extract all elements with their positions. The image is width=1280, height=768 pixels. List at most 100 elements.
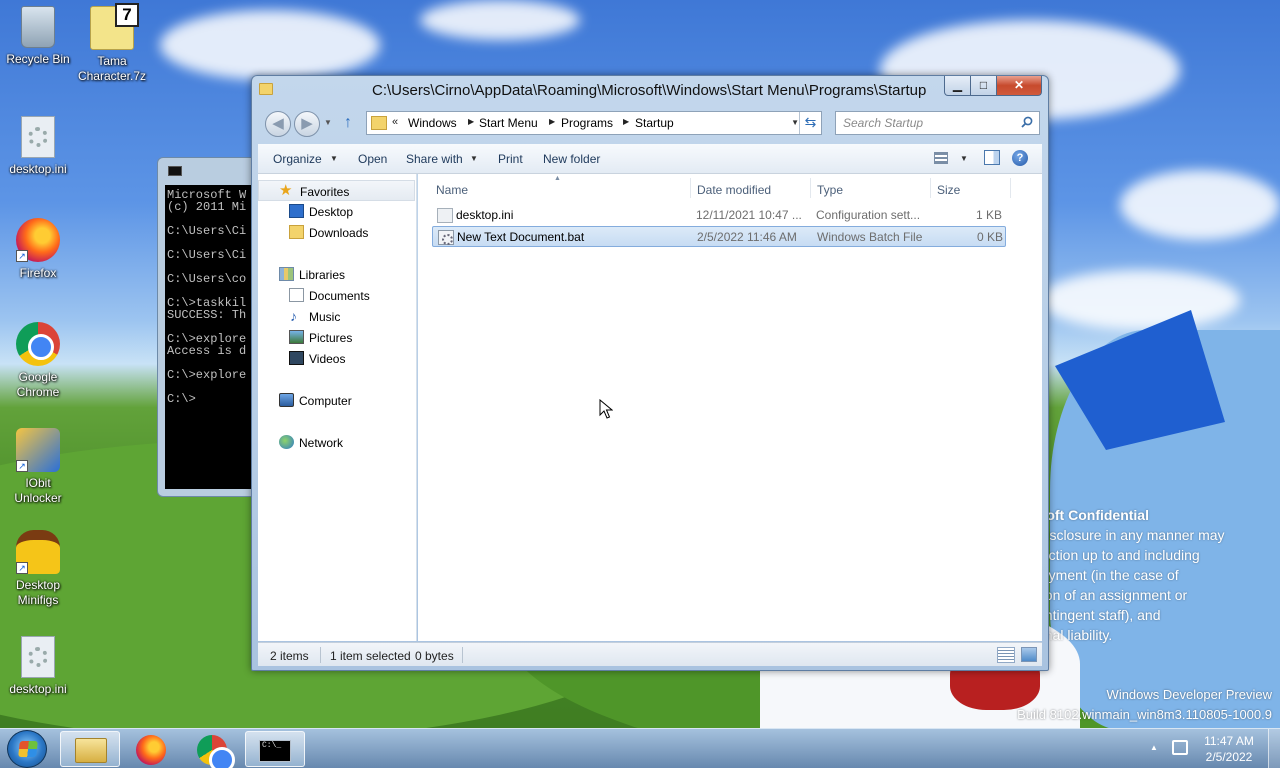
wallpaper-cloud: [160, 10, 380, 80]
breadcrumb-item-startup[interactable]: Startup: [635, 116, 674, 130]
column-divider[interactable]: [810, 178, 811, 198]
chevron-down-icon[interactable]: ▼: [470, 154, 478, 163]
file-row[interactable]: desktop.ini 12/11/2021 10:47 ... Configu…: [432, 205, 1006, 226]
nav-libraries[interactable]: Libraries: [258, 264, 415, 285]
watermark-line: ployment (in the case of: [1030, 567, 1179, 583]
breadcrumb-separator-icon[interactable]: ▶: [623, 117, 629, 126]
clock[interactable]: 11:47 AM 2/5/2022: [1198, 733, 1260, 765]
folder-icon: [259, 83, 273, 95]
refresh-button[interactable]: ⇆: [799, 112, 821, 134]
desktop-icon-desktop-ini[interactable]: desktop.ini: [0, 116, 76, 177]
nav-libraries-documents[interactable]: Documents: [258, 285, 415, 306]
watermark-line: minal liability.: [1030, 627, 1113, 643]
recycle-bin-icon: [21, 6, 55, 48]
desktop-icon-google-chrome[interactable]: Google Chrome: [0, 322, 76, 400]
network-status-icon[interactable]: [1172, 740, 1188, 755]
command-bar: Organize ▼ Open Share with ▼ Print New f…: [258, 144, 1042, 174]
start-button[interactable]: [7, 730, 47, 768]
desktop-icon-firefox[interactable]: ↗ Firefox: [0, 218, 76, 281]
more-views-dropdown[interactable]: ▼: [960, 154, 968, 163]
maximize-button[interactable]: □: [970, 76, 997, 96]
nav-libraries-music[interactable]: ♪ Music: [258, 306, 415, 327]
desktop-icon-tama-character-7z[interactable]: 7 Tama Character.7z: [74, 3, 150, 84]
desktop-icon-label: Desktop Minifigs: [15, 578, 61, 607]
settings-file-icon: [21, 636, 55, 678]
nav-libraries-pictures[interactable]: Pictures: [258, 327, 415, 348]
preview-pane-icon[interactable]: [984, 150, 1000, 165]
taskbar-windows-explorer[interactable]: [60, 731, 120, 767]
arrow-left-icon: ◀: [272, 115, 284, 132]
title-bar[interactable]: C:\Users\Cirno\AppData\Roaming\Microsoft…: [252, 76, 1048, 104]
open-button[interactable]: Open: [358, 152, 387, 166]
minifig-icon: ↗: [16, 530, 60, 574]
breadcrumb-separator-icon[interactable]: ▶: [468, 117, 474, 126]
help-icon[interactable]: ?: [1012, 150, 1028, 166]
breadcrumb-item-programs[interactable]: Programs: [561, 116, 613, 130]
file-name: New Text Document.bat: [457, 230, 585, 244]
nav-computer[interactable]: Computer: [258, 390, 415, 411]
status-size: 0 bytes: [415, 649, 454, 663]
watermark-line: ation of an assignment or: [1030, 587, 1188, 603]
nav-label: Libraries: [299, 268, 346, 282]
large-icons-view-icon[interactable]: [1021, 647, 1037, 662]
status-divider: [462, 647, 463, 663]
file-type: Windows Batch File: [817, 230, 923, 244]
nav-favorites-desktop[interactable]: Desktop: [258, 201, 415, 222]
share-with-button[interactable]: Share with: [406, 152, 463, 166]
address-history-dropdown[interactable]: ▼: [791, 118, 799, 127]
show-desktop-button[interactable]: [1268, 729, 1280, 768]
nav-network[interactable]: Network: [258, 432, 415, 453]
column-divider[interactable]: [930, 178, 931, 198]
forward-button[interactable]: ▶: [294, 111, 320, 137]
nav-libraries-videos[interactable]: Videos: [258, 348, 415, 369]
column-header-date-modified[interactable]: Date modified: [697, 183, 771, 197]
window-title: C:\Users\Cirno\AppData\Roaming\Microsoft…: [372, 82, 927, 99]
taskbar-command-prompt[interactable]: C:\_: [245, 731, 305, 767]
wallpaper-cloud: [420, 0, 580, 40]
column-divider[interactable]: [690, 178, 691, 198]
new-folder-button[interactable]: New folder: [543, 152, 600, 166]
search-input[interactable]: Search Startup: [835, 111, 1040, 135]
file-row-selected[interactable]: New Text Document.bat 2/5/2022 11:46 AM …: [432, 226, 1006, 247]
recent-pages-dropdown[interactable]: ▼: [324, 118, 332, 127]
show-hidden-icons-button[interactable]: ▲: [1150, 743, 1158, 752]
back-button[interactable]: ◀: [265, 111, 291, 137]
details-view-icon[interactable]: [997, 647, 1015, 663]
column-header-name[interactable]: Name: [436, 183, 468, 197]
nav-label: Videos: [309, 352, 346, 366]
chrome-icon: [16, 322, 60, 366]
search-icon[interactable]: [1021, 116, 1033, 128]
breadcrumb-item-windows[interactable]: Windows: [408, 116, 457, 130]
column-header-size[interactable]: Size: [937, 183, 960, 197]
explorer-window[interactable]: C:\Users\Cirno\AppData\Roaming\Microsoft…: [251, 75, 1049, 671]
breadcrumb-overflow[interactable]: «: [392, 116, 398, 128]
desktop-icon-desktop-minifigs[interactable]: ↗ Desktop Minifigs: [0, 530, 76, 608]
address-bar[interactable]: « Windows ▶ Start Menu ▶ Programs ▶ Star…: [366, 111, 822, 135]
breadcrumb-item-start-menu[interactable]: Start Menu: [479, 116, 538, 130]
file-list[interactable]: ▲ Name Date modified Type Size desktop.i…: [418, 174, 1042, 641]
print-button[interactable]: Print: [498, 152, 523, 166]
nav-favorites-downloads[interactable]: Downloads: [258, 222, 415, 243]
taskbar: C:\_ ▲ 11:47 AM 2/5/2022: [0, 728, 1280, 768]
folder-icon: [75, 738, 107, 763]
chrome-icon: [197, 735, 235, 768]
desktop-icon-iobit-unlocker[interactable]: ↗ IObit Unlocker: [0, 428, 76, 506]
close-button[interactable]: ✕: [996, 76, 1042, 96]
taskbar-firefox[interactable]: [120, 731, 180, 767]
breadcrumb-separator-icon[interactable]: ▶: [549, 117, 555, 126]
organize-button[interactable]: Organize: [273, 152, 322, 166]
clock-time: 11:47 AM: [1204, 734, 1254, 748]
chevron-down-icon[interactable]: ▼: [330, 154, 338, 163]
nav-favorites[interactable]: ★ Favorites: [258, 180, 415, 201]
desktop-icon-label: Firefox: [19, 266, 57, 280]
taskbar-chrome[interactable]: [182, 731, 242, 768]
desktop-icon-desktop-ini-2[interactable]: desktop.ini: [0, 636, 76, 697]
column-header-type[interactable]: Type: [817, 183, 843, 197]
wallpaper-cloud: [1040, 270, 1240, 330]
change-view-icon[interactable]: [934, 152, 948, 164]
column-divider[interactable]: [1010, 178, 1011, 198]
minimize-button[interactable]: ▁: [944, 76, 971, 96]
documents-icon: [289, 288, 304, 302]
up-one-level-button[interactable]: ↑: [344, 114, 352, 132]
desktop-icon-recycle-bin[interactable]: Recycle Bin: [0, 6, 76, 67]
